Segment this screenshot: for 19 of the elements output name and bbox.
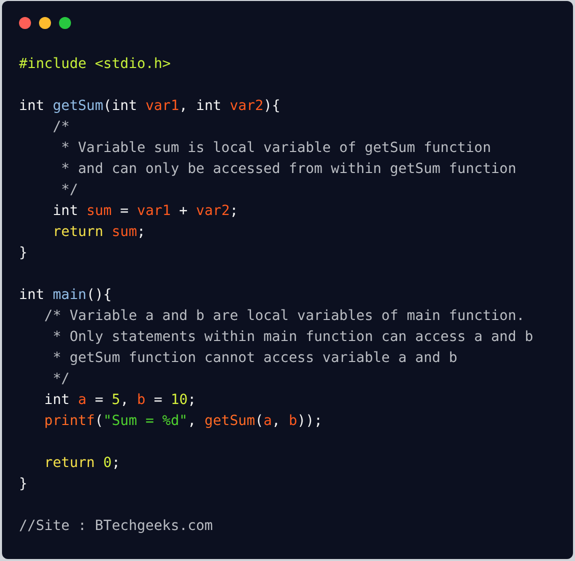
code-line: /*	[52, 118, 70, 137]
code-line: //Site : BTechgeeks.com	[19, 517, 213, 536]
code-line: int getSum(int var1, int var2){	[19, 97, 280, 116]
code-line: #include <stdio.h>	[19, 55, 171, 74]
code-line: }	[19, 244, 28, 263]
code-line: return sum;	[52, 223, 146, 242]
code-line: int main(){	[19, 286, 112, 305]
code-line: */	[60, 181, 78, 200]
code-line: }	[19, 475, 28, 494]
code-line: */	[52, 370, 70, 389]
code-line: * Variable sum is local variable of getSum function	[60, 139, 492, 158]
code-line: /* Variable a and b are local variables of main function.	[43, 307, 525, 326]
code-line: * Only statements within main function can access a and b	[52, 328, 534, 347]
code-line: int a = 5, b = 10;	[43, 391, 196, 410]
code-line: int sum = var1 + var2;	[52, 202, 238, 221]
code-line: return 0;	[43, 454, 120, 473]
code-line: * and can only be accessed from within getSum function	[60, 160, 516, 179]
code-line: printf("Sum = %d", getSum(a, b));	[43, 412, 322, 431]
code-line: * getSum function cannot access variable a and b	[52, 349, 458, 368]
